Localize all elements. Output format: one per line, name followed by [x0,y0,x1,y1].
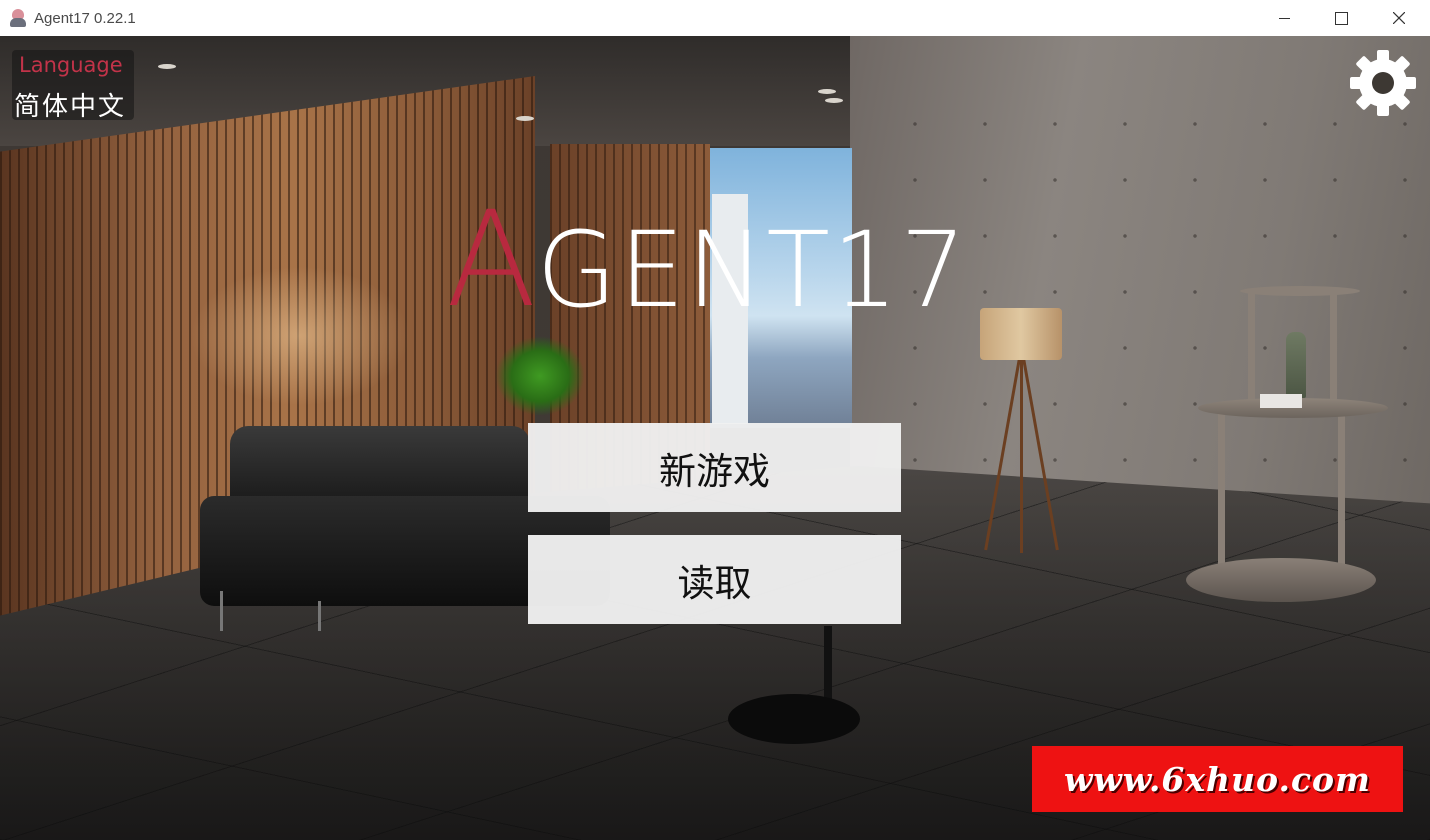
potted-plant [495,336,585,416]
wall-light-glow [190,266,410,406]
sofa-leg [318,601,321,631]
game-logo: A GENT17 [446,183,969,337]
load-button[interactable]: 读取 [528,535,901,624]
app-icon [9,9,27,27]
table-top [1240,286,1360,296]
watermark-banner: www.6xhuo.com [1032,746,1403,812]
ceiling-light [516,116,534,121]
window-title: Agent17 0.22.1 [34,9,136,27]
logo-rest: GENT17 [536,209,969,331]
gear-icon[interactable] [1348,48,1418,118]
sofa-leg [220,591,223,631]
maximize-button[interactable] [1312,0,1370,36]
table-leg [1338,411,1345,576]
ceiling-light [825,98,843,103]
close-button[interactable] [1370,0,1428,36]
close-icon [1393,12,1405,24]
coffee-table-base [728,694,860,744]
new-game-button[interactable]: 新游戏 [528,423,901,512]
statue [1286,332,1306,398]
lamp-leg [1020,358,1023,553]
logo-first-letter: A [446,183,537,337]
minimize-icon [1278,17,1290,19]
minimize-button[interactable] [1255,0,1313,36]
lamp-shade [980,308,1062,360]
table-leg [1218,411,1225,576]
title-bar: Agent17 0.22.1 [0,0,1430,36]
language-label: Language [19,53,123,77]
table-leg [1330,291,1337,401]
table-base [1186,558,1376,602]
maximize-icon [1334,11,1348,25]
language-value[interactable]: 简体中文 [14,86,126,123]
display-card [1260,394,1302,408]
coffee-table-stem [824,626,832,706]
ceiling-light [818,89,836,94]
table-leg [1248,291,1255,401]
ceiling-light [158,64,176,69]
